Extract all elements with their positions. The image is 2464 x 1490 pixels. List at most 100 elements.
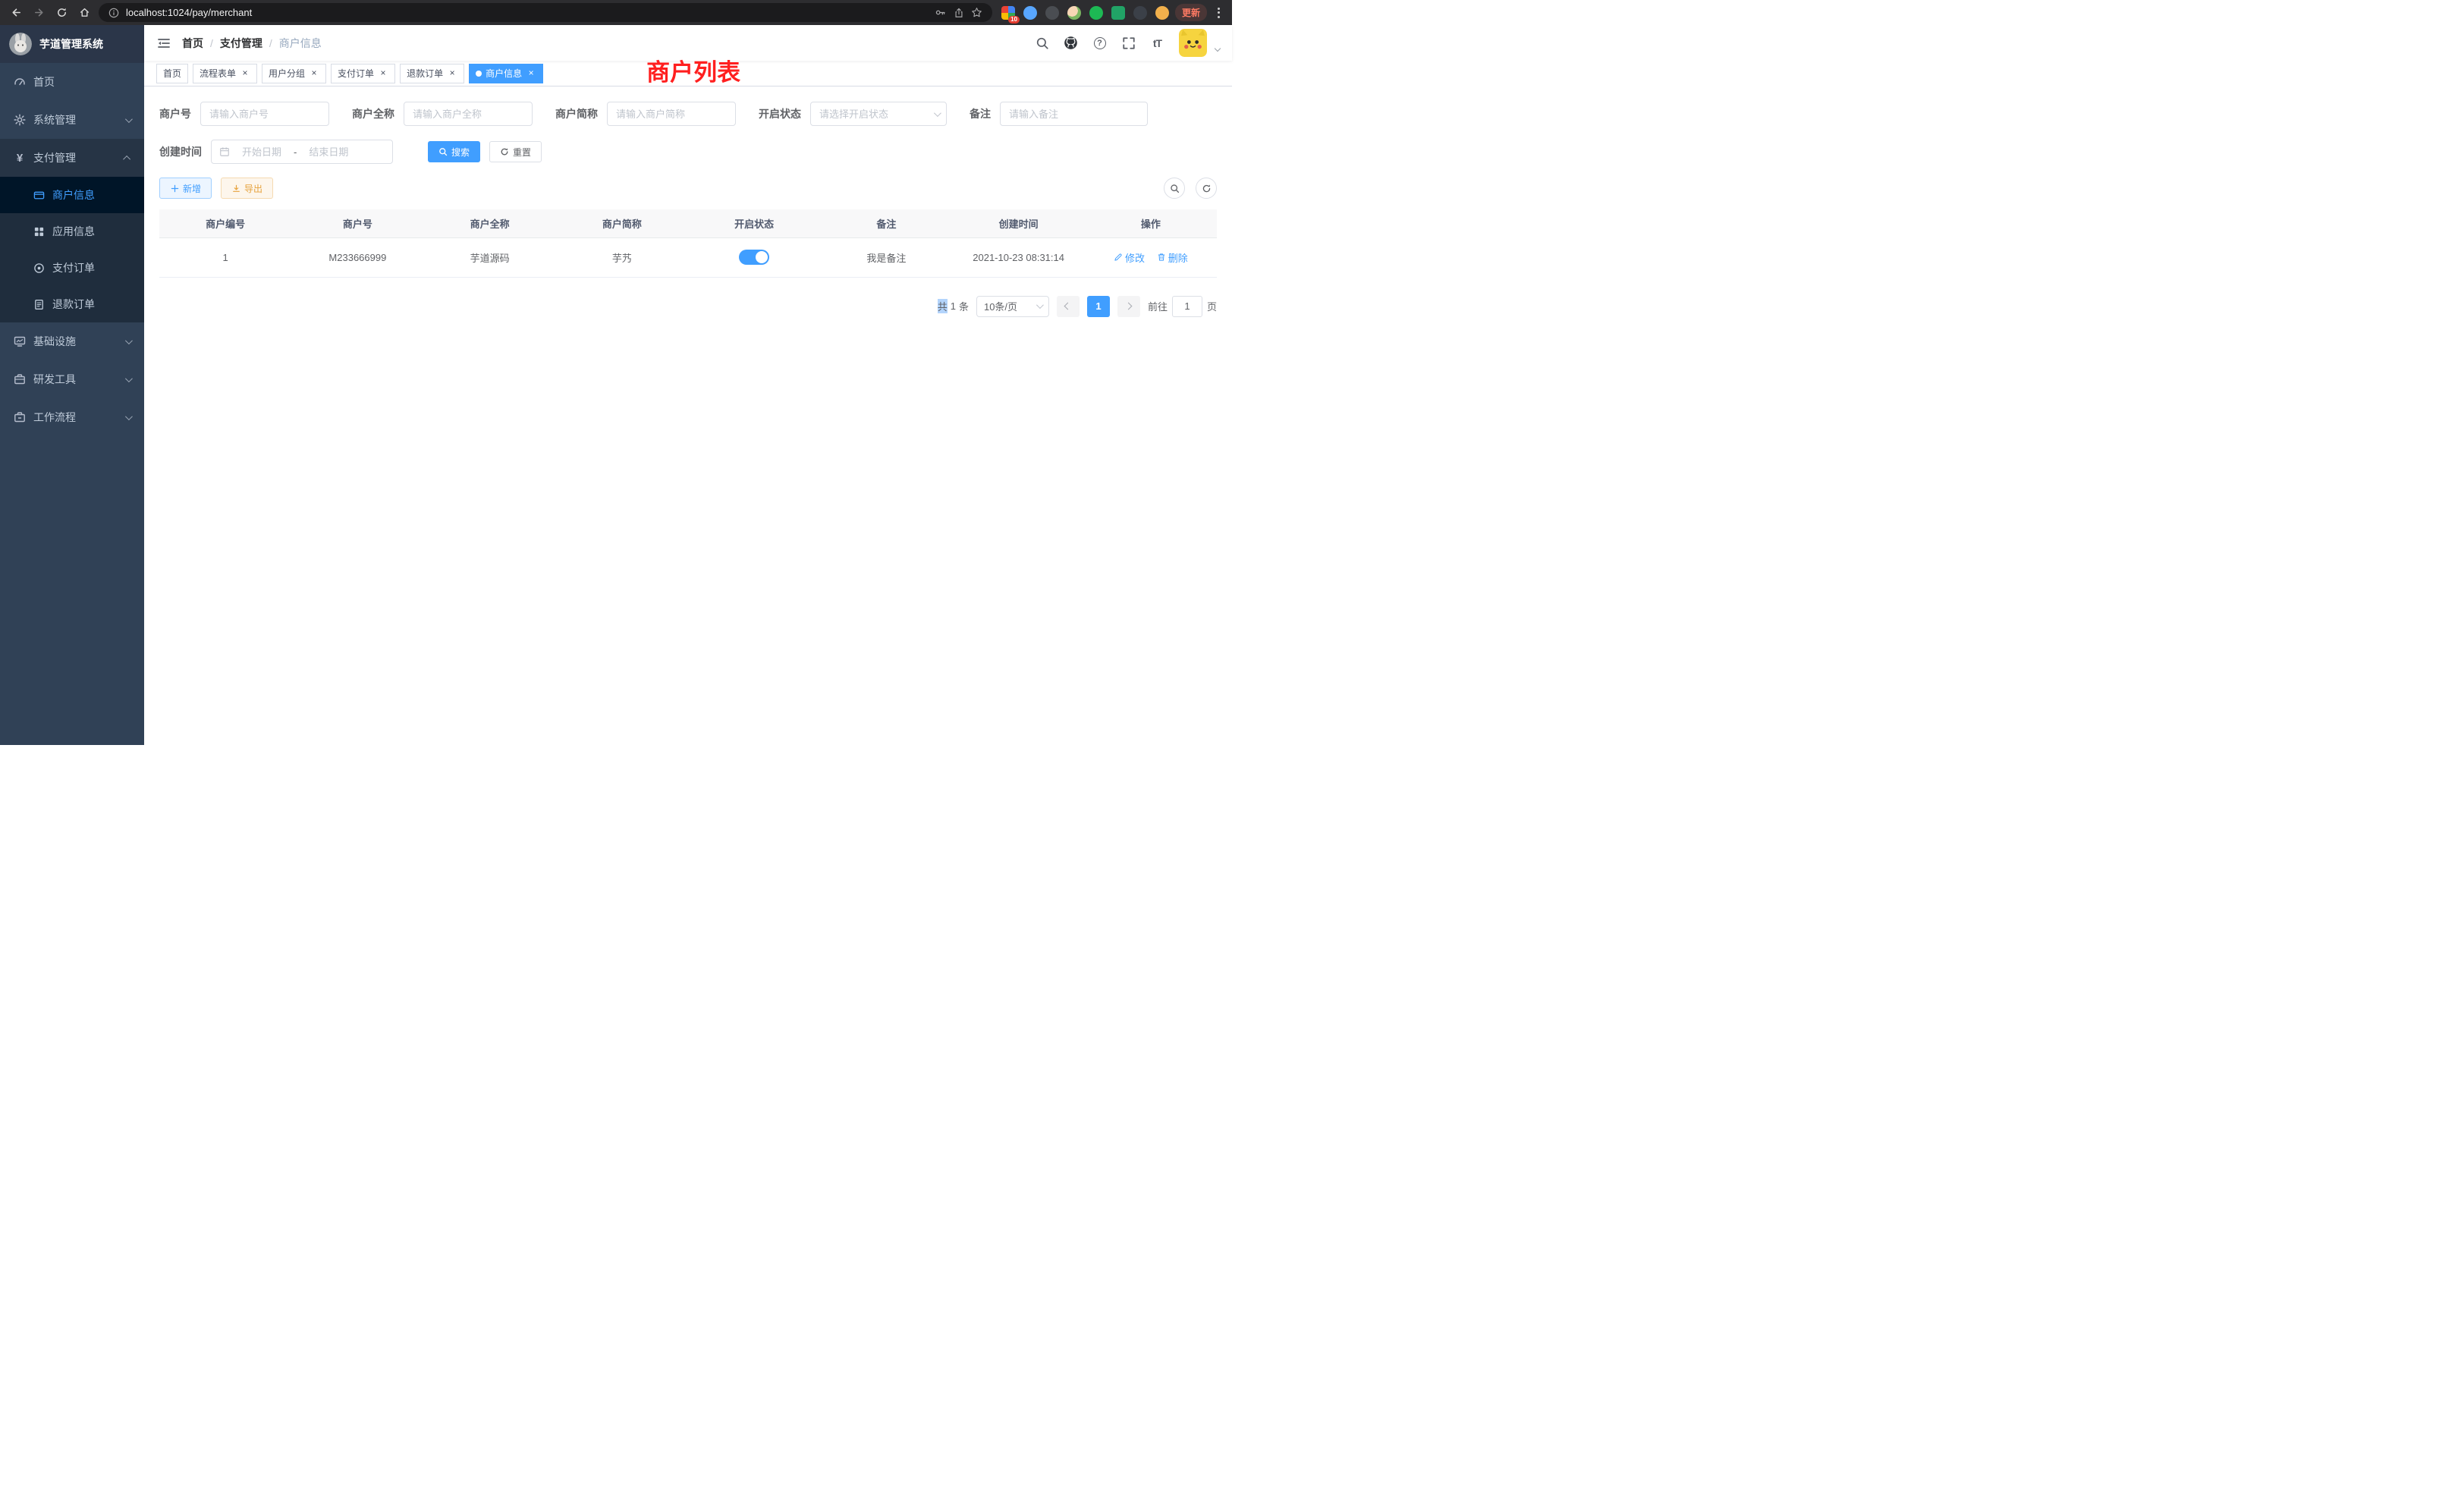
extension-blue-icon[interactable] (1023, 6, 1037, 20)
chevron-down-icon (125, 375, 133, 382)
tab-user-group[interactable]: 用户分组 × (262, 64, 326, 83)
tab-refund-order[interactable]: 退款订单 × (400, 64, 464, 83)
reset-button[interactable]: 重置 (489, 141, 542, 162)
close-icon[interactable]: × (309, 68, 319, 79)
browser-toolbar: localhost:1024/pay/merchant 10 更新 (0, 0, 1232, 25)
extension-green-square-icon[interactable] (1111, 6, 1125, 20)
end-date-input[interactable] (301, 146, 356, 158)
short-name-input[interactable] (607, 102, 736, 126)
remark-input[interactable] (1000, 102, 1148, 126)
search-icon (438, 147, 448, 156)
sidebar-item-devtools[interactable]: 研发工具 (0, 360, 144, 398)
page-1-button[interactable]: 1 (1087, 296, 1110, 317)
browser-forward-icon[interactable] (30, 5, 47, 21)
sidebar-item-label: 工作流程 (33, 410, 76, 425)
sidebar-item-payment[interactable]: ¥ 支付管理 (0, 139, 144, 177)
extension-badge: 10 (1008, 16, 1020, 24)
tab-label: 支付订单 (338, 67, 374, 80)
merchant-no-input[interactable] (200, 102, 329, 126)
col-create-time: 创建时间 (953, 209, 1085, 237)
jump-page-input[interactable] (1172, 296, 1202, 317)
refresh-icon (500, 147, 509, 156)
status-select[interactable] (810, 102, 947, 126)
close-icon[interactable]: × (526, 68, 536, 79)
breadcrumb-separator: / (210, 37, 213, 49)
close-icon[interactable]: × (447, 68, 457, 79)
status-select-input[interactable] (810, 102, 947, 126)
avatar-caret-icon[interactable] (1215, 45, 1221, 51)
edit-label: 修改 (1125, 250, 1145, 265)
browser-reload-icon[interactable] (53, 5, 70, 21)
bookmark-star-icon[interactable] (971, 7, 983, 19)
tab-merchant-info[interactable]: 商户信息 × (469, 64, 543, 83)
table-header-row: 商户编号 商户号 商户全称 商户简称 开启状态 备注 创建时间 操作 (159, 209, 1217, 237)
dashboard-icon (14, 76, 26, 88)
chevron-down-icon (125, 337, 133, 344)
active-tab-dot (476, 71, 482, 77)
toggle-search-button[interactable] (1164, 178, 1185, 199)
filter-row-2: 创建时间 - 搜索 (159, 140, 1217, 164)
total-prefix: 共 (938, 299, 948, 313)
breadcrumb-payment[interactable]: 支付管理 (220, 36, 262, 51)
chrome-update-button[interactable]: 更新 (1175, 4, 1207, 21)
close-icon[interactable]: × (240, 68, 250, 79)
password-key-icon[interactable] (935, 7, 947, 19)
github-icon[interactable] (1064, 36, 1078, 50)
edit-link[interactable]: 修改 (1114, 250, 1145, 265)
extension-dark-icon[interactable] (1045, 6, 1059, 20)
user-avatar[interactable] (1179, 29, 1207, 57)
page-size-select[interactable]: 10条/页 (976, 296, 1049, 317)
sidebar-item-system[interactable]: 系统管理 (0, 101, 144, 139)
col-merchant-id: 商户编号 (159, 209, 291, 237)
tab-home[interactable]: 首页 (156, 64, 188, 83)
tab-label: 退款订单 (407, 67, 443, 80)
address-bar[interactable]: localhost:1024/pay/merchant (99, 3, 992, 22)
export-button[interactable]: 导出 (221, 178, 273, 199)
extension-avatar-icon[interactable] (1067, 6, 1081, 20)
prev-page-button[interactable] (1057, 296, 1080, 317)
filter-remark: 备注 (970, 102, 1148, 126)
tab-pay-order[interactable]: 支付订单 × (331, 64, 395, 83)
tab-label: 用户分组 (269, 67, 305, 80)
share-icon[interactable] (953, 7, 965, 19)
sidebar-item-merchant-info[interactable]: 商户信息 (0, 177, 144, 213)
cell-remark: 我是备注 (820, 237, 952, 277)
close-icon[interactable]: × (378, 68, 388, 79)
header-search-icon[interactable] (1035, 36, 1049, 50)
field-label: 创建时间 (159, 144, 202, 159)
sidebar-logo[interactable]: 芋道管理系统 (0, 25, 144, 63)
refresh-table-button[interactable] (1196, 178, 1217, 199)
sidebar-item-pay-order[interactable]: 支付订单 (0, 250, 144, 286)
status-toggle[interactable] (739, 250, 769, 265)
page-size-label: 10条/页 (984, 299, 1017, 313)
next-page-button[interactable] (1117, 296, 1140, 317)
monitor-icon (14, 335, 26, 347)
tab-process-form[interactable]: 流程表单 × (193, 64, 257, 83)
search-button[interactable]: 搜索 (428, 141, 480, 162)
site-info-icon[interactable] (108, 7, 120, 19)
sidebar-item-home[interactable]: 首页 (0, 63, 144, 101)
cell-full-name: 芋道源码 (424, 237, 556, 277)
sidebar-item-app-info[interactable]: 应用信息 (0, 213, 144, 250)
extension-pin-icon[interactable] (1133, 6, 1147, 20)
font-size-icon[interactable]: tT (1150, 36, 1164, 50)
sidebar-item-infrastructure[interactable]: 基础设施 (0, 322, 144, 360)
browser-menu-icon[interactable] (1213, 5, 1224, 21)
sidebar-item-label: 研发工具 (33, 372, 76, 387)
extension-orange-avatar-icon[interactable] (1155, 6, 1169, 20)
date-range-picker[interactable]: - (211, 140, 393, 164)
sidebar-item-workflow[interactable]: 工作流程 (0, 398, 144, 436)
browser-home-icon[interactable] (76, 5, 93, 21)
extension-colorful-icon[interactable]: 10 (1001, 6, 1015, 20)
help-icon[interactable]: ? (1092, 36, 1107, 50)
fullscreen-icon[interactable] (1121, 36, 1136, 50)
full-name-input[interactable] (404, 102, 533, 126)
delete-link[interactable]: 删除 (1157, 250, 1188, 265)
browser-back-icon[interactable] (8, 5, 24, 21)
sidebar-toggle-icon[interactable] (156, 36, 171, 51)
add-button[interactable]: 新增 (159, 178, 212, 199)
extension-green-circle-icon[interactable] (1089, 6, 1103, 20)
breadcrumb-home[interactable]: 首页 (182, 36, 203, 51)
start-date-input[interactable] (234, 146, 289, 158)
sidebar-item-refund-order[interactable]: 退款订单 (0, 286, 144, 322)
